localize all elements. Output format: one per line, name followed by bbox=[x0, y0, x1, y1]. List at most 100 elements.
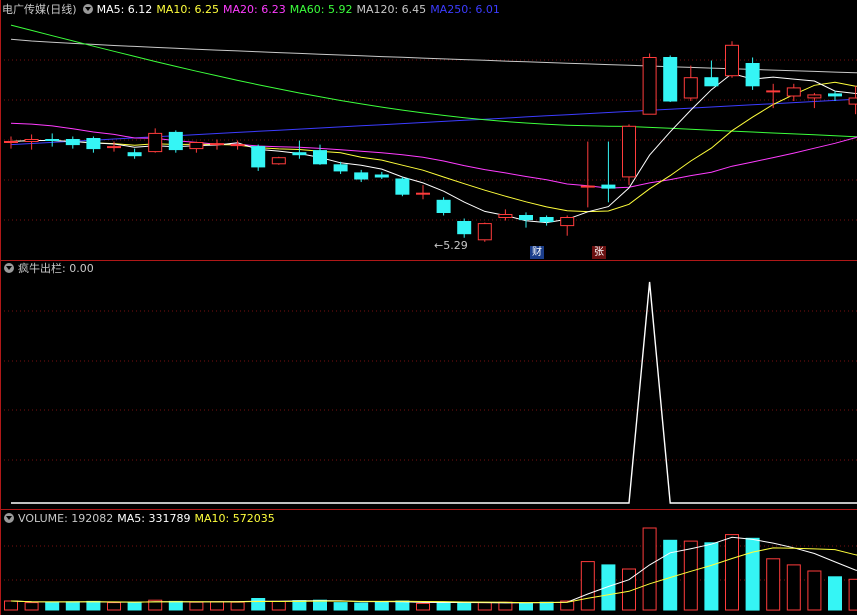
volume-bar bbox=[354, 602, 369, 611]
volume-header: VOLUME: 192082 MA5: 331789 MA10: 572035 bbox=[2, 511, 279, 527]
ma20-label: MA20: 6.23 bbox=[223, 3, 286, 16]
candle-body bbox=[127, 152, 142, 157]
volume-bar bbox=[251, 598, 266, 611]
finance-badge[interactable]: 财 bbox=[530, 246, 544, 259]
volume-bar bbox=[539, 601, 554, 611]
price-header: 电广传媒(日线) MA5: 6.12 MA10: 6.25 MA20: 6.23 MA6… bbox=[2, 2, 504, 18]
candle-body bbox=[210, 143, 224, 146]
volume-bar bbox=[519, 602, 533, 611]
volume-bar bbox=[457, 602, 472, 611]
candle-body bbox=[663, 57, 678, 102]
ma120-label: MA120: 6.45 bbox=[356, 3, 427, 16]
candle-body bbox=[457, 221, 472, 235]
volume-bar bbox=[127, 602, 142, 611]
volume-bar bbox=[45, 601, 60, 611]
indicator-value: : 0.00 bbox=[62, 262, 94, 275]
candle-body bbox=[333, 164, 348, 172]
candle-body bbox=[477, 223, 492, 241]
dropdown-icon[interactable] bbox=[4, 263, 14, 273]
limit-up-badge[interactable]: 张 bbox=[592, 246, 606, 259]
volume-bar bbox=[786, 564, 801, 611]
volume-bar bbox=[704, 542, 719, 611]
volume-bar bbox=[86, 600, 101, 611]
panel-divider-1 bbox=[0, 260, 857, 261]
volume-bar bbox=[477, 602, 492, 611]
candle-body bbox=[292, 152, 307, 156]
candle-body bbox=[416, 192, 430, 195]
candle-body bbox=[313, 150, 327, 165]
ma60-label: MA60: 5.92 bbox=[289, 3, 353, 16]
volume-bar bbox=[848, 578, 857, 611]
candle-body bbox=[601, 184, 616, 189]
candle-body bbox=[745, 63, 760, 87]
candle-body bbox=[251, 146, 266, 168]
volume-bar bbox=[745, 537, 760, 611]
candle-body bbox=[395, 178, 410, 195]
candle-body bbox=[230, 144, 245, 147]
volume-bar bbox=[4, 600, 18, 611]
ma250-line bbox=[10, 98, 857, 146]
candle-body bbox=[848, 97, 857, 105]
indicator-line bbox=[11, 281, 857, 504]
volume-bar bbox=[292, 600, 307, 611]
volume-ma10: MA10: 572035 bbox=[194, 512, 275, 525]
candle-body bbox=[189, 142, 204, 150]
volume-bar bbox=[168, 600, 183, 611]
candle-body bbox=[704, 77, 719, 87]
low-price-label: ←5.29 bbox=[434, 239, 468, 252]
candle-body bbox=[539, 217, 554, 223]
candle-body bbox=[828, 93, 842, 97]
volume-bar bbox=[580, 561, 595, 611]
panel-divider-2 bbox=[0, 509, 857, 510]
ma10-label: MA10: 6.25 bbox=[156, 3, 220, 16]
candle-body bbox=[271, 157, 286, 165]
stock-title: 电广传媒(日线) bbox=[2, 3, 77, 16]
candle-body bbox=[168, 131, 183, 151]
volume-bar bbox=[725, 534, 739, 611]
candle-body bbox=[580, 185, 595, 188]
volume-bar bbox=[828, 576, 842, 611]
candle-body bbox=[107, 146, 121, 149]
volume-bar bbox=[683, 540, 698, 611]
dropdown-icon[interactable] bbox=[4, 513, 14, 523]
candle-body bbox=[65, 139, 80, 146]
volume-value: VOLUME: 192082 bbox=[18, 512, 114, 525]
candle-body bbox=[148, 132, 163, 153]
candle-body bbox=[622, 125, 636, 178]
candle-body bbox=[725, 44, 739, 77]
volume-bar bbox=[766, 558, 781, 611]
volume-bar bbox=[271, 600, 286, 611]
volume-bar bbox=[210, 601, 224, 611]
candle-body bbox=[354, 172, 369, 180]
candle-body bbox=[45, 139, 60, 141]
volume-bar bbox=[663, 539, 678, 611]
candle-body bbox=[436, 199, 451, 214]
candle-body bbox=[519, 215, 533, 221]
volume-bar bbox=[107, 602, 121, 611]
volume-bar bbox=[24, 602, 39, 611]
candle-body bbox=[24, 139, 39, 142]
volume-ma5: MA5: 331789 bbox=[117, 512, 191, 525]
volume-bar bbox=[807, 570, 822, 611]
ma5-label: MA5: 6.12 bbox=[96, 3, 153, 16]
volume-bar bbox=[601, 564, 616, 611]
indicator-title: 疯牛出栏 bbox=[18, 262, 62, 275]
candle-body bbox=[642, 57, 657, 115]
ma20-line bbox=[10, 122, 857, 189]
volume-bar bbox=[642, 527, 657, 611]
volume-bar bbox=[230, 601, 245, 611]
candle-body bbox=[86, 138, 101, 150]
volume-bar bbox=[436, 602, 451, 611]
candle-body bbox=[498, 214, 513, 218]
candle-body bbox=[4, 141, 18, 143]
dropdown-icon[interactable] bbox=[82, 4, 93, 14]
ma5-line bbox=[10, 72, 857, 224]
candle-body bbox=[374, 174, 389, 178]
volume-bar bbox=[189, 601, 204, 611]
volume-bar bbox=[313, 599, 327, 611]
volume-bar bbox=[65, 601, 80, 611]
candle-body bbox=[560, 217, 575, 227]
indicator-header: 疯牛出栏: 0.00 bbox=[2, 261, 98, 277]
volume-bar bbox=[374, 601, 389, 611]
candle-body bbox=[766, 90, 781, 93]
